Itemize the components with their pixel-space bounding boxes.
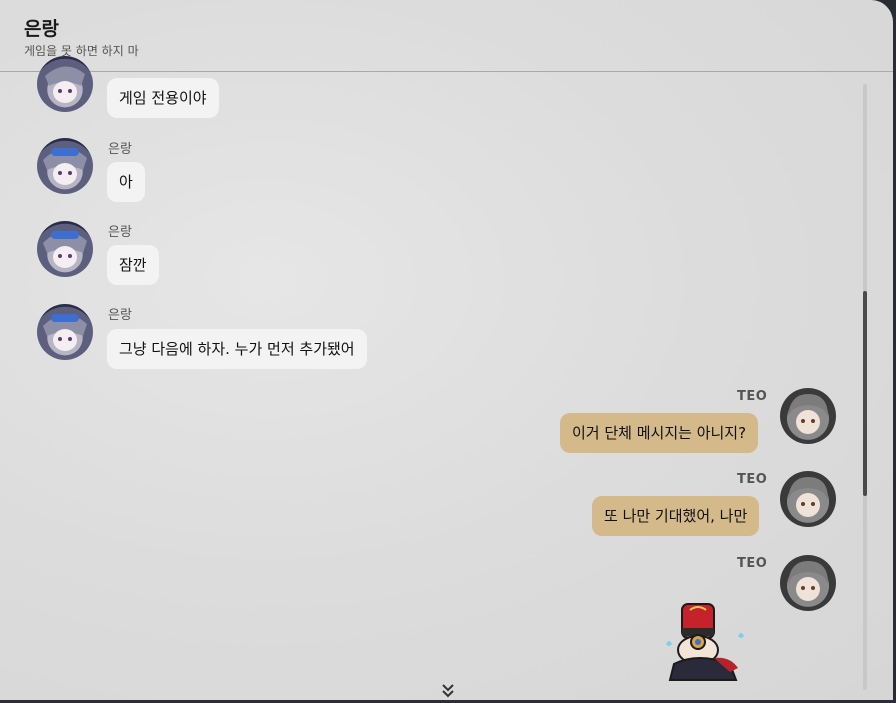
- scrollbar-thumb[interactable]: [863, 291, 867, 496]
- avatar-teo[interactable]: [780, 555, 836, 611]
- sender-name: TEO: [737, 472, 768, 487]
- chat-subtitle: 게임을 못 하면 하지 마: [24, 44, 139, 58]
- sender-name: TEO: [737, 556, 768, 571]
- avatar-teo[interactable]: [780, 388, 836, 444]
- chat-title: 은랑: [24, 18, 59, 40]
- sender-name: 은랑: [108, 225, 132, 240]
- avatar-eunrang[interactable]: [37, 56, 93, 112]
- message-bubble[interactable]: 이거 단체 메시지는 아니지?: [560, 413, 759, 453]
- avatar-eunrang[interactable]: [37, 304, 93, 360]
- avatar-eunrang[interactable]: [37, 138, 93, 194]
- message-bubble[interactable]: 게임 전용이야: [107, 78, 219, 118]
- message-bubble[interactable]: 또 나만 기대했어, 나만: [592, 496, 760, 536]
- chat-window: 은랑 게임을 못 하면 하지 마 게임 전용이야 은랑 아 은랑 잠깐 은랑 그…: [0, 0, 893, 700]
- avatar-eunrang[interactable]: [37, 221, 93, 277]
- message-bubble[interactable]: 아: [107, 162, 145, 202]
- sender-name: 은랑: [108, 308, 132, 323]
- message-bubble[interactable]: 그냥 다음에 하자. 누가 먼저 추가됐어: [107, 329, 367, 369]
- chevron-double-down-icon[interactable]: [438, 682, 458, 700]
- avatar-teo[interactable]: [780, 471, 836, 527]
- sticker-image[interactable]: [660, 598, 748, 684]
- sender-name: TEO: [737, 389, 768, 404]
- chat-header: 은랑 게임을 못 하면 하지 마: [0, 0, 893, 72]
- message-bubble[interactable]: 잠깐: [107, 245, 159, 285]
- sender-name: 은랑: [108, 142, 132, 157]
